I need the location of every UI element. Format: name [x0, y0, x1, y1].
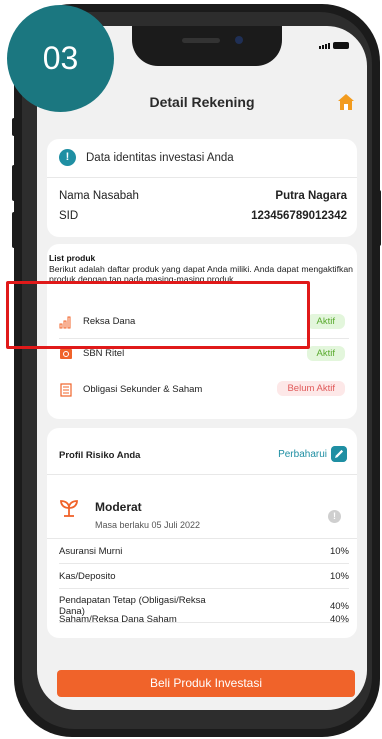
notch [132, 26, 282, 66]
divider [59, 563, 349, 564]
customer-name-row: Nama Nasabah Putra Nagara [59, 190, 347, 202]
allocation-value: 10% [329, 570, 349, 582]
allocation-row: Kas/Deposito 10% [59, 569, 349, 583]
update-link[interactable]: Perbaharui [278, 449, 327, 460]
status-badge: Belum Aktif [277, 381, 345, 396]
divider [47, 177, 357, 178]
buy-investment-button[interactable]: Beli Produk Investasi [57, 670, 355, 697]
volume-down-button [12, 212, 16, 248]
signal-icon [319, 42, 330, 49]
allocation-value: 10% [329, 545, 349, 557]
risk-title: Profil Risiko Anda [59, 450, 141, 461]
allocation-row: Asuransi Murni 10% [59, 544, 349, 558]
sprout-icon [60, 500, 78, 517]
allocation-row: Saham/Reksa Dana Saham 40% [59, 612, 349, 626]
phone-screen: Detail Rekening ! Data identitas investa… [37, 26, 367, 710]
product-label: Obligasi Sekunder & Saham [83, 384, 203, 395]
allocation-value: 40% [329, 613, 349, 625]
allocation-name: Kas/Deposito [59, 570, 116, 582]
allocation-name: Asuransi Murni [59, 545, 123, 557]
identity-card: ! Data identitas investasi Anda Nama Nas… [47, 139, 357, 237]
sid-value: 123456789012342 [251, 210, 347, 222]
risk-validity: Masa berlaku 05 Juli 2022 [95, 520, 201, 530]
power-button [377, 190, 381, 246]
status-bar [319, 42, 349, 49]
allocation-name: Saham/Reksa Dana Saham [59, 613, 177, 625]
identity-heading: ! Data identitas investasi Anda [59, 149, 234, 166]
status-badge: Aktif [306, 314, 345, 329]
divider [59, 588, 349, 589]
highlight-box [6, 281, 310, 349]
customer-name-value: Putra Nagara [275, 190, 347, 202]
risk-profile-name: Moderat [95, 500, 142, 514]
camera [235, 36, 243, 44]
home-icon[interactable] [337, 93, 355, 111]
allocation-value: 40% [329, 600, 349, 612]
risk-profile-card: Profil Risiko Anda Perbaharui Moderat Ma… [47, 428, 357, 638]
divider [47, 474, 357, 475]
speaker [182, 38, 220, 43]
side-button [12, 118, 16, 136]
bond-icon [60, 349, 72, 359]
volume-up-button [12, 165, 16, 201]
step-badge: 03 [7, 5, 114, 112]
identity-heading-text: Data identitas investasi Anda [86, 151, 234, 164]
product-label: SBN Ritel [83, 348, 125, 359]
customer-name-label: Nama Nasabah [59, 190, 139, 202]
products-title: List produk [49, 253, 96, 263]
product-row-obligasi[interactable]: Obligasi Sekunder & Saham Belum Aktif [59, 377, 349, 403]
info-icon: ! [59, 149, 76, 166]
sid-row: SID 123456789012342 [59, 210, 347, 222]
sid-label: SID [59, 210, 79, 222]
edit-icon[interactable] [331, 446, 347, 462]
divider [47, 538, 357, 539]
document-icon [60, 383, 72, 397]
status-badge: Aktif [306, 346, 345, 361]
battery-icon [333, 42, 349, 49]
info-icon[interactable]: ! [328, 510, 341, 523]
